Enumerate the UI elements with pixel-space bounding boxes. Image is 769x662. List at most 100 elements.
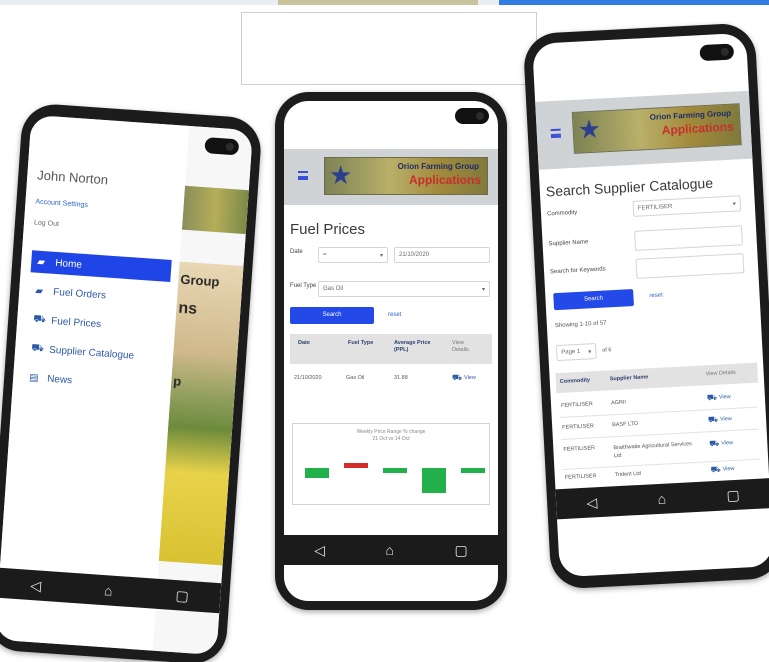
row-fuel-type: Gas Oil [346, 375, 365, 381]
android-nav-bar: ◁ ⌂ ▢ [555, 478, 769, 520]
hamburger-menu-icon[interactable] [550, 128, 562, 139]
blank-frame [241, 12, 537, 85]
home-icon[interactable]: ⌂ [104, 582, 114, 599]
camera-icon [204, 137, 240, 156]
drawer-item-label: Fuel Orders [52, 286, 107, 302]
back-icon[interactable]: ◁ [314, 542, 325, 559]
column-header: Commodity [559, 377, 591, 385]
hero-text: p [172, 373, 182, 389]
table-header: Commodity Supplier Name View Details [555, 362, 759, 394]
page-title: Fuel Prices [290, 221, 366, 238]
app-header: ★ Orion Farming Group Applications [284, 149, 498, 205]
chart-bar [422, 468, 446, 493]
back-icon[interactable]: ◁ [30, 576, 42, 594]
view-link[interactable]: View [720, 416, 732, 423]
logo-banner [181, 185, 249, 235]
row-commodity: FERTILISER [562, 423, 595, 431]
truck-icon: ▰ [34, 285, 44, 297]
fuel-type-label: Fuel Type [290, 283, 317, 289]
recent-apps-icon[interactable]: ▢ [175, 587, 189, 605]
recent-apps-icon[interactable]: ▢ [726, 486, 740, 504]
star-logo-icon: ★ [576, 113, 602, 145]
row-price: 31.88 [394, 375, 408, 381]
recent-apps-icon[interactable]: ▢ [455, 542, 468, 559]
hamburger-menu-icon[interactable] [298, 171, 308, 180]
supplier-name-input[interactable] [634, 225, 743, 251]
chart-bar [305, 468, 329, 478]
chart-bar [461, 468, 485, 473]
hero-text: Group [179, 271, 220, 290]
view-link[interactable]: View [721, 440, 733, 447]
column-header: Supplier Name [609, 374, 649, 383]
row-commodity: FERTILISER [560, 401, 593, 409]
showing-count: Showing 1-10 of 57 [554, 320, 607, 330]
top-strip-highlight [499, 0, 769, 5]
drawer-item-news[interactable]: ▤ News [22, 366, 163, 398]
column-header: View Details [452, 340, 469, 353]
account-settings-link[interactable]: Account Settings [35, 198, 175, 215]
page-title: Search Supplier Catalogue [545, 174, 714, 200]
row-date: 21/10/2020 [294, 375, 322, 381]
drawer-item-supplier-catalogue[interactable]: ⛟ Supplier Catalogue [25, 337, 166, 369]
row-supplier: BASF LTD [612, 420, 639, 429]
drawer-item-home[interactable]: ▰ Home [30, 250, 172, 282]
column-header: Fuel Type [348, 340, 374, 346]
home-icon[interactable]: ⌂ [386, 542, 394, 558]
phone-screen: ★ Orion Farming Group Applications Fuel … [284, 101, 498, 601]
drawer-item-fuel-prices[interactable]: ⛟ Fuel Prices [27, 308, 168, 340]
search-button[interactable]: Search [553, 289, 634, 311]
binoculars-icon[interactable]: ⛟ [708, 415, 719, 426]
table-row: FERTILISER Braithwaite Agricultural Serv… [532, 33, 746, 460]
fuel-type-select[interactable]: Gas Oil ▾ [318, 281, 490, 297]
user-name: John Norton [36, 167, 109, 188]
phone-screen: ★ Orion Farming Group Applications Searc… [532, 32, 769, 578]
date-input[interactable]: 21/10/2020 [394, 247, 490, 263]
binoculars-icon[interactable]: ⛟ [709, 439, 720, 450]
commodity-select[interactable]: FERTILISER ▾ [632, 195, 742, 217]
binoculars-icon: ⛟ [32, 313, 47, 325]
browser-top-strip [0, 0, 769, 5]
reset-link[interactable]: reset [388, 312, 401, 318]
newspaper-icon: ▤ [28, 371, 40, 384]
keywords-label: Search for Keywords [549, 266, 606, 276]
row-supplier: Braithwaite Agricultural Services Ltd [613, 441, 693, 460]
drawer-item-label: Supplier Catalogue [48, 344, 135, 362]
commodity-value: FERTILISER [637, 203, 673, 212]
camera-icon [699, 43, 735, 62]
row-commodity: FERTILISER [563, 445, 596, 453]
search-button[interactable]: Search [290, 307, 374, 324]
chevron-down-icon: ▾ [732, 201, 736, 208]
chart-title: Weekly Price Range % change [356, 429, 426, 435]
android-nav-bar: ◁ ⌂ ▢ [284, 535, 498, 565]
logo-banner: ★ Orion Farming Group Applications [571, 103, 742, 154]
row-divider [560, 428, 759, 441]
table-row: FERTILISER BASF LTD ⛟ View [532, 33, 746, 431]
view-link[interactable]: View [722, 466, 734, 473]
binoculars-icon[interactable]: ⛟ [452, 373, 462, 383]
chevron-down-icon: ▾ [588, 349, 592, 356]
top-strip-image [278, 0, 478, 5]
binoculars-icon[interactable]: ⛟ [707, 393, 718, 404]
hero-text: ns [177, 299, 198, 318]
chart-bar [344, 463, 368, 468]
binoculars-icon[interactable]: ⛟ [710, 465, 721, 476]
drawer-item-fuel-orders[interactable]: ▰ Fuel Orders [29, 279, 170, 311]
date-operator-select[interactable]: = ▾ [318, 247, 388, 263]
chevron-down-icon: ▾ [379, 253, 383, 259]
app-header: ★ Orion Farming Group Applications [535, 90, 753, 170]
drawer-item-label: Fuel Prices [50, 315, 102, 330]
table-row: FERTILISER Trident Ltd ⛟ View [532, 33, 746, 481]
log-out-link[interactable]: Log Out [34, 219, 174, 236]
view-link[interactable]: View [719, 394, 731, 401]
chevron-down-icon: ▾ [481, 287, 485, 293]
page-select[interactable]: Page 1 ▾ [555, 343, 597, 362]
reset-link[interactable]: reset [649, 292, 663, 299]
back-icon[interactable]: ◁ [586, 494, 598, 512]
date-operator-value: = [323, 252, 327, 258]
fuel-type-value: Gas Oil [323, 286, 344, 292]
phone-mockup-right: ★ Orion Farming Group Applications Searc… [522, 22, 769, 590]
keywords-input[interactable] [635, 253, 745, 279]
phone-screen: Group ns p John Norton Account Settings … [0, 114, 254, 656]
home-icon[interactable]: ⌂ [657, 491, 666, 507]
view-link[interactable]: View [464, 375, 476, 381]
